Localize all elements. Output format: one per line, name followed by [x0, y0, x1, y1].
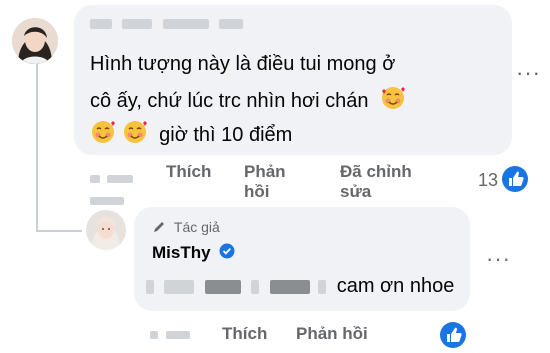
reply-action-line-1: Phản	[244, 162, 286, 181]
thread-branch	[36, 230, 82, 232]
comment-text-line-3-text: giờ thì 10 điểm	[159, 123, 293, 146]
more-horizontal-icon[interactable]: ···	[516, 60, 541, 86]
reply-author-name[interactable]: MisThy	[152, 243, 211, 262]
reply-time-redacted[interactable]	[150, 326, 191, 344]
reply-action-line-2: hồi	[244, 182, 270, 201]
reply-like-action[interactable]: Thích	[222, 324, 267, 344]
reaction-count[interactable]: 13	[478, 170, 498, 191]
author-badge: Tác giả	[152, 219, 220, 237]
comment-text-line-2: cô ấy, chứ lúc trc nhìn hơi chán	[90, 85, 406, 118]
reply-author-name-row: MisThy	[152, 243, 235, 264]
reply-author-avatar[interactable]	[86, 210, 126, 250]
like-icon[interactable]	[440, 322, 466, 348]
like-icon[interactable]	[502, 166, 528, 192]
comment-bubble: Hình tượng này là điều tui mong ở cô ấy,…	[74, 5, 512, 155]
thread-line	[36, 62, 38, 232]
author-badge-label: Tác giả	[173, 219, 220, 235]
comment-text-line-2-text: cô ấy, chứ lúc trc nhìn hơi chán	[90, 89, 369, 112]
smiling-face-with-hearts-icon	[380, 85, 406, 118]
comment-text-line-1: Hình tượng này là điều tui mong ở	[90, 53, 396, 75]
smiling-face-with-hearts-icon	[90, 119, 116, 152]
reply-reply-action[interactable]: Phản hồi	[296, 324, 368, 344]
comment-text-line-3: giờ thì 10 điểm	[90, 119, 292, 152]
comment-time-redacted[interactable]	[90, 170, 134, 206]
like-action[interactable]: Thích	[166, 162, 211, 182]
verified-badge-icon	[219, 243, 235, 264]
edited-label[interactable]: Đã chỉnh sửa	[340, 162, 412, 202]
reply-text: cam ơn nhoe	[336, 275, 455, 297]
edited-label-line-1: Đã chỉnh	[340, 162, 412, 181]
more-horizontal-icon[interactable]: ···	[486, 246, 511, 272]
commenter-name-redacted[interactable]	[90, 15, 244, 33]
reply-action[interactable]: Phản hồi	[244, 162, 286, 202]
pen-icon	[152, 220, 166, 237]
reply-text-row: cam ơn nhoe	[146, 275, 454, 298]
smiling-face-with-hearts-icon	[122, 119, 148, 152]
edited-label-line-2: sửa	[340, 182, 372, 201]
reply-bubble: Tác giả MisThy cam ơn nhoe	[134, 207, 470, 311]
commenter-avatar[interactable]	[12, 18, 58, 64]
